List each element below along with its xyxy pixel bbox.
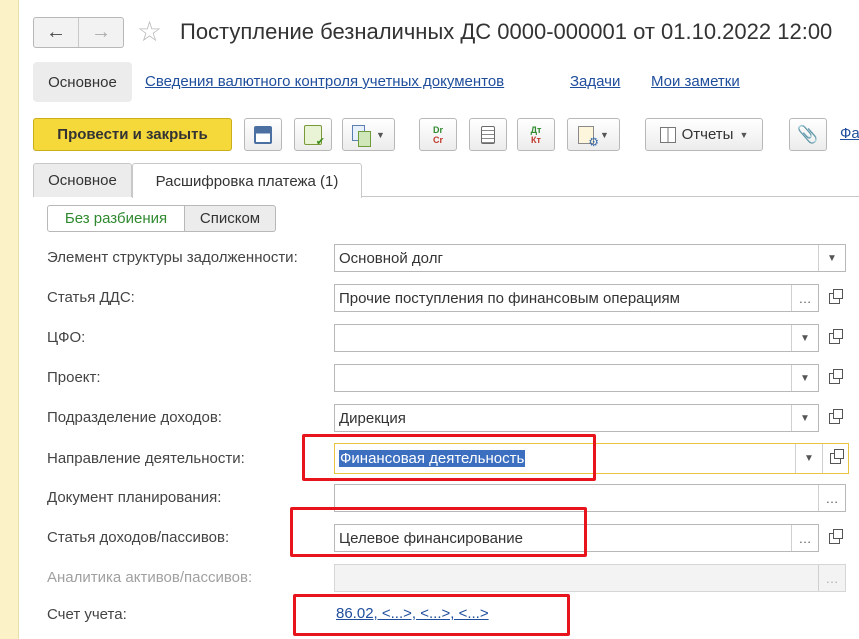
open-window-icon: [828, 288, 843, 304]
income-department-label: Подразделение доходов:: [47, 409, 222, 426]
document-settings-button[interactable]: ▼: [567, 118, 620, 151]
paperclip-icon: 📎: [797, 124, 819, 144]
income-department-field[interactable]: Дирекция ▼: [334, 404, 819, 432]
open-cfo-button[interactable]: [822, 326, 846, 350]
attach-file-button[interactable]: 📎: [789, 118, 827, 151]
view-list-button[interactable]: Списком: [185, 205, 276, 232]
left-panel-strip: [0, 0, 19, 639]
chevron-down-icon[interactable]: ▼: [791, 365, 818, 391]
view-no-split-button[interactable]: Без разбиения: [47, 205, 185, 232]
planning-document-label: Документ планирования:: [47, 489, 222, 506]
post-button[interactable]: [294, 118, 332, 151]
chevron-down-icon: ▼: [600, 129, 609, 140]
save-button[interactable]: [244, 118, 282, 151]
debt-structure-field[interactable]: Основной долг ▼: [334, 244, 846, 272]
dt-kt-button[interactable]: Дт Кт: [517, 118, 555, 151]
chevron-down-icon: ▼: [739, 129, 749, 140]
document-gear-icon: [578, 125, 599, 149]
create-based-on-button[interactable]: ▼: [342, 118, 395, 151]
arrow-left-icon[interactable]: ←: [34, 18, 78, 47]
income-liability-item-label: Статья доходов/пассивов:: [47, 529, 230, 546]
dr-cr-icon: Dr Cr: [432, 124, 443, 145]
create-based-on-icon: [352, 124, 372, 147]
dr-cr-button[interactable]: Dr Cr: [419, 118, 457, 151]
ellipsis-icon[interactable]: …: [791, 525, 818, 551]
activity-direction-label: Направление деятельности:: [47, 450, 245, 467]
more-link[interactable]: Фа: [840, 125, 859, 142]
post-document-icon: [304, 124, 325, 148]
reports-button[interactable]: Отчеты ▼: [645, 118, 763, 151]
asset-liability-analytics-label: Аналитика активов/пассивов:: [47, 569, 253, 586]
project-field[interactable]: ▼: [334, 364, 819, 392]
arrow-right-icon[interactable]: →: [78, 18, 123, 47]
dt-kt-icon: Дт Кт: [530, 124, 542, 145]
link-tasks[interactable]: Задачи: [570, 73, 620, 90]
list-button[interactable]: [469, 118, 507, 151]
highlight-activity-direction: [302, 434, 596, 481]
open-window-icon: [830, 449, 844, 464]
ellipsis-icon: …: [818, 565, 845, 591]
open-income-liability-item-button[interactable]: [822, 526, 846, 550]
open-window-icon: [828, 408, 843, 424]
chevron-down-icon: ▼: [376, 129, 385, 140]
account-label: Счет учета:: [47, 606, 127, 623]
star-icon[interactable]: ☆: [137, 18, 162, 46]
navigation-buttons: ← →: [33, 17, 124, 48]
post-and-close-button[interactable]: Провести и закрыть: [33, 118, 232, 151]
link-my-notes[interactable]: Мои заметки: [651, 73, 740, 90]
open-window-icon: [828, 328, 843, 344]
open-activity-direction-button[interactable]: [822, 444, 848, 473]
asset-liability-analytics-field: …: [334, 564, 846, 592]
chevron-down-icon[interactable]: ▼: [791, 405, 818, 431]
cfo-label: ЦФО:: [47, 329, 86, 346]
list-icon: [481, 125, 495, 144]
section-main[interactable]: Основное: [33, 62, 132, 102]
project-label: Проект:: [47, 369, 101, 386]
tab-payment-breakdown[interactable]: Расшифровка платежа (1): [132, 163, 362, 198]
cfo-field[interactable]: ▼: [334, 324, 819, 352]
tab-main[interactable]: Основное: [33, 163, 132, 197]
page-title: Поступление безналичных ДС 0000-000001 о…: [180, 19, 833, 44]
ellipsis-icon[interactable]: …: [791, 285, 818, 311]
open-cash-flow-item-button[interactable]: [822, 286, 846, 310]
report-icon: [659, 126, 676, 143]
chevron-down-icon[interactable]: ▼: [795, 444, 822, 473]
save-icon: [254, 125, 272, 144]
open-window-icon: [828, 528, 843, 544]
open-income-department-button[interactable]: [822, 406, 846, 430]
cash-flow-item-label: Статья ДДС:: [47, 289, 135, 306]
cash-flow-item-field[interactable]: Прочие поступления по финансовым операци…: [334, 284, 819, 312]
open-window-icon: [828, 368, 843, 384]
chevron-down-icon[interactable]: ▼: [791, 325, 818, 351]
highlight-account: [293, 594, 570, 636]
reports-label: Отчеты: [681, 126, 734, 143]
open-project-button[interactable]: [822, 366, 846, 390]
debt-structure-label: Элемент структуры задолженности:: [47, 249, 298, 266]
link-currency-control[interactable]: Сведения валютного контроля учетных доку…: [145, 73, 504, 90]
highlight-income-liability-item: [290, 507, 587, 557]
ellipsis-icon[interactable]: …: [818, 485, 845, 511]
chevron-down-icon[interactable]: ▼: [818, 245, 845, 271]
